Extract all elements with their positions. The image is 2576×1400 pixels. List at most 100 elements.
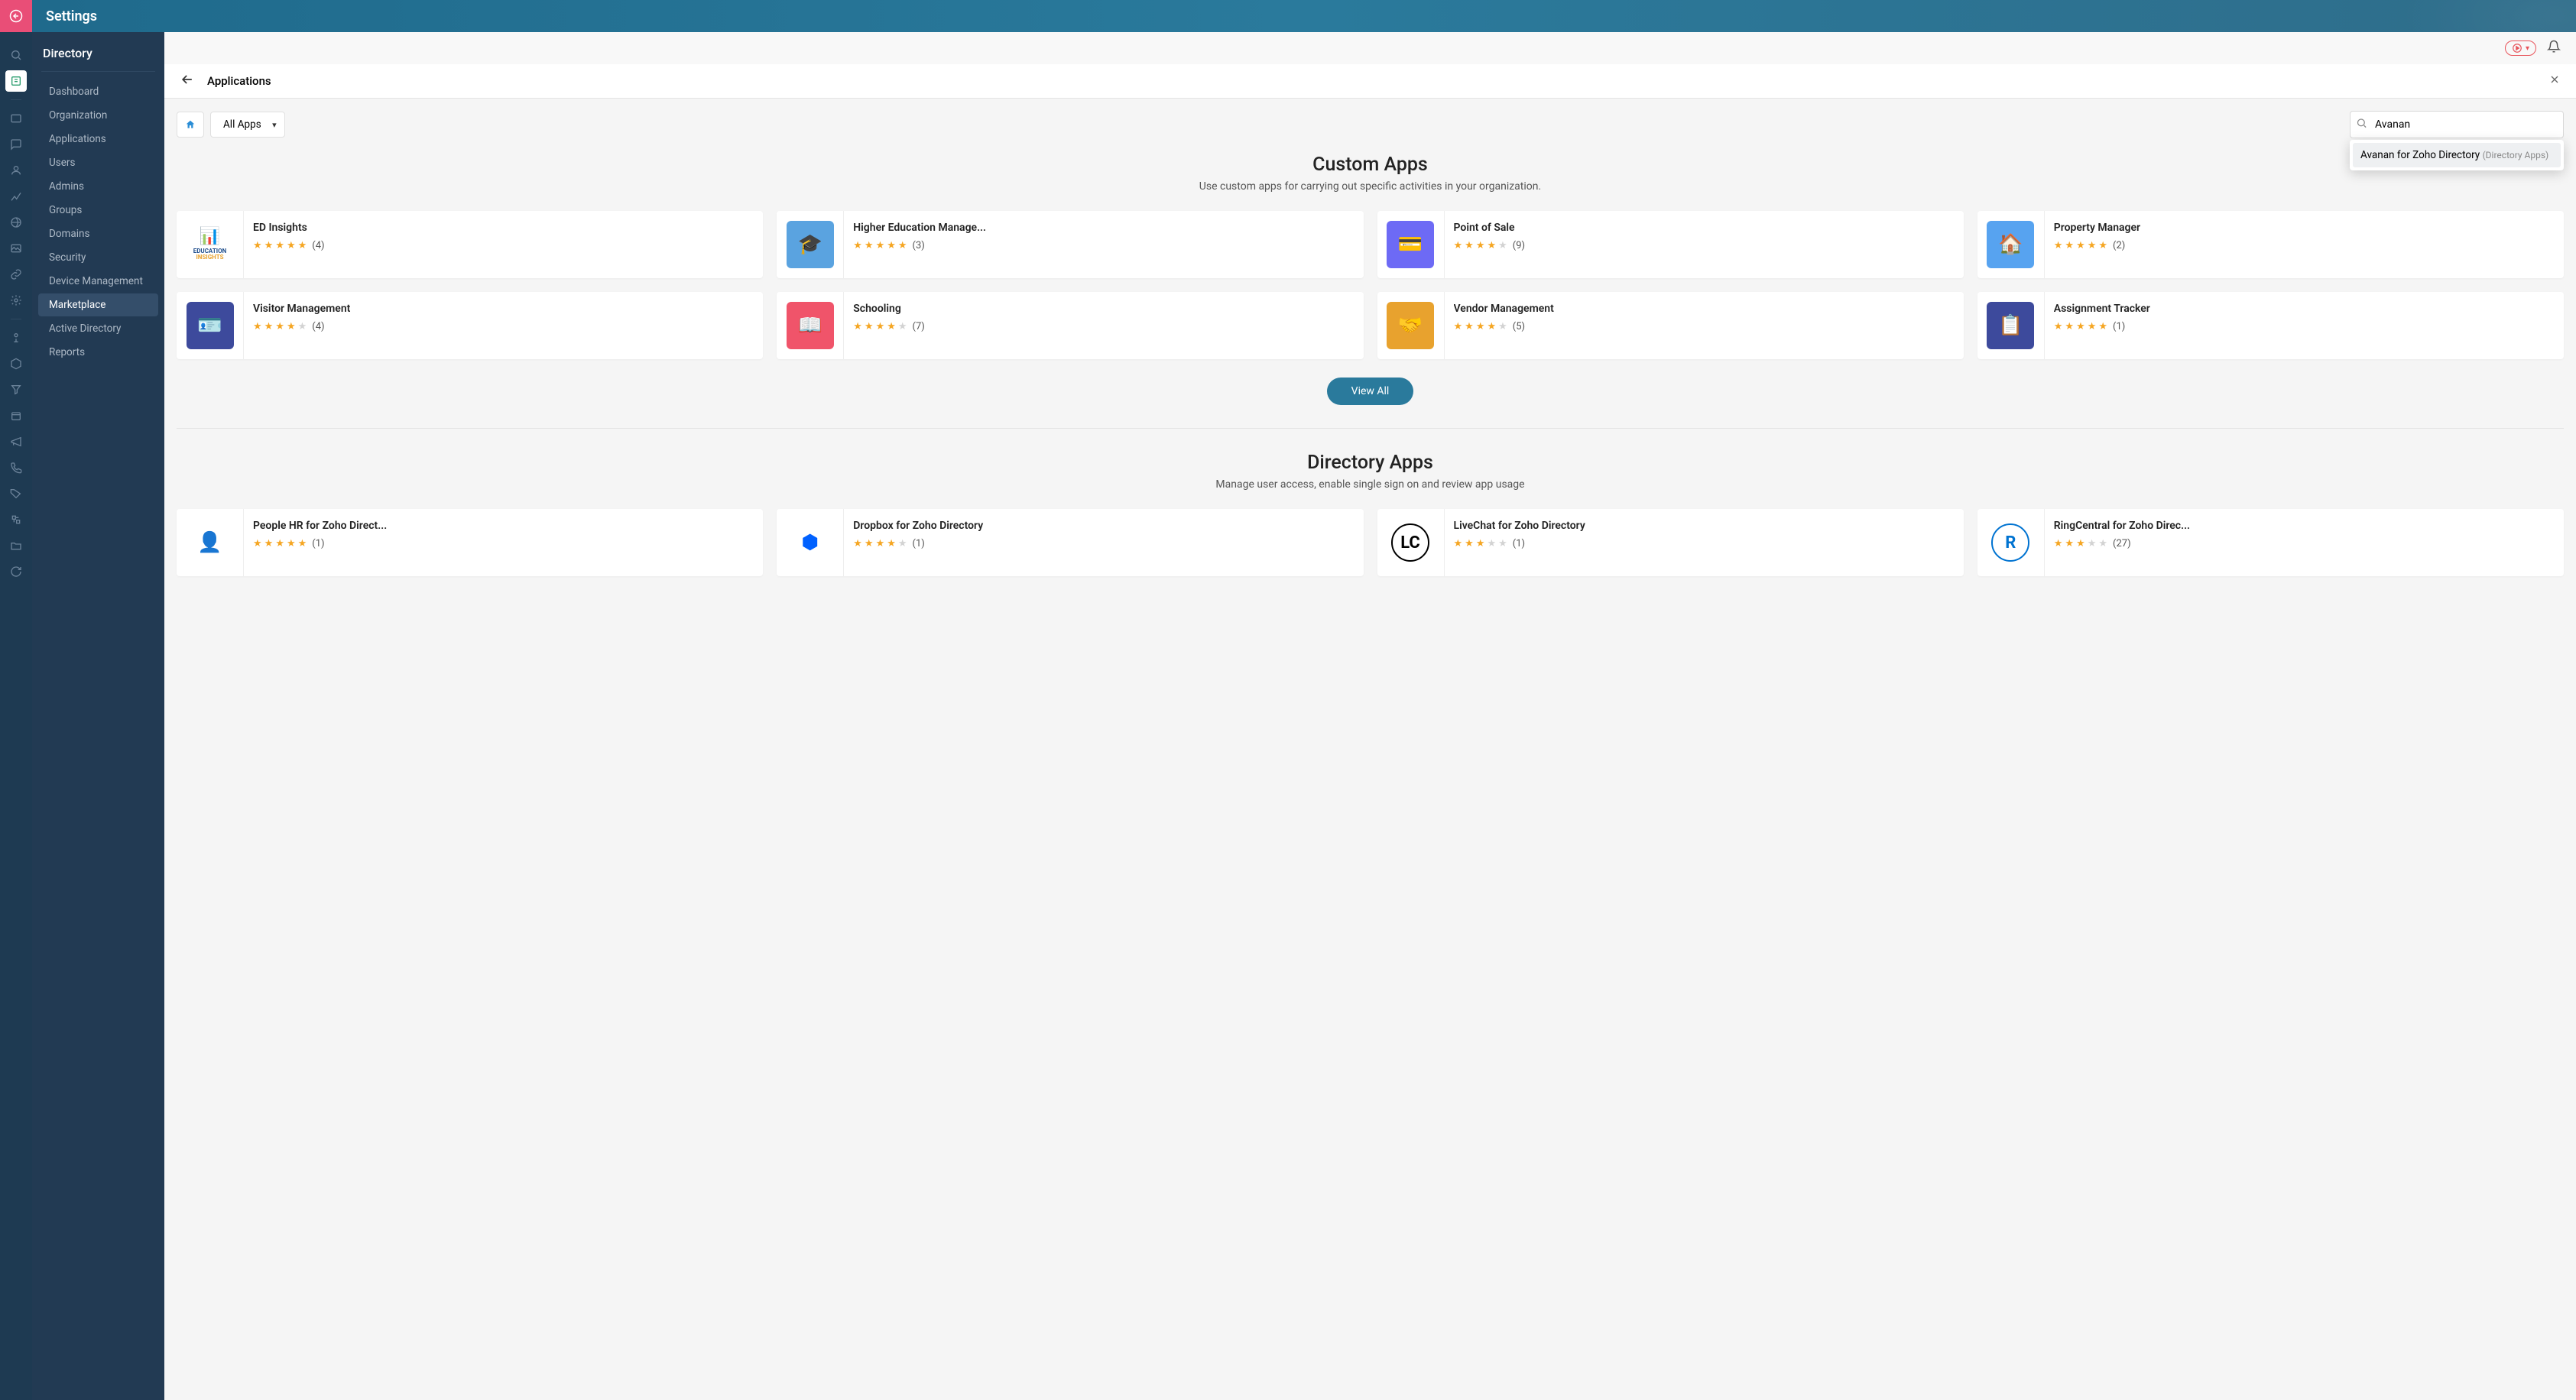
sidebar-item-admins[interactable]: Admins	[38, 175, 158, 198]
sidebar: Directory DashboardOrganizationApplicati…	[32, 32, 164, 1400]
box-icon[interactable]	[5, 353, 27, 374]
app-card[interactable]: 🤝 Vendor Management ★★★★★(5)	[1377, 292, 1964, 359]
app-icon: R	[1977, 509, 2045, 576]
app-title: RingCentral for Zoho Direc...	[2054, 520, 2555, 532]
app-icon: 🪪	[177, 292, 244, 359]
app-title: Higher Education Manage...	[853, 222, 1354, 234]
back-arrow-icon[interactable]	[180, 72, 195, 90]
users-icon[interactable]	[5, 160, 27, 181]
suggestion-item[interactable]: Avanan for Zoho Directory (Directory App…	[2353, 143, 2561, 167]
app-card[interactable]: 👤 People HR for Zoho Direct... ★★★★★(1)	[177, 509, 763, 576]
star-rating: ★★★★★(7)	[853, 321, 1354, 332]
app-card[interactable]: 💳 Point of Sale ★★★★★(9)	[1377, 211, 1964, 278]
star-rating: ★★★★★(1)	[2054, 321, 2555, 332]
app-title: Assignment Tracker	[2054, 303, 2555, 315]
sidebar-title: Directory	[32, 46, 164, 71]
phone-icon[interactable]	[5, 457, 27, 478]
star-rating: ★★★★★(1)	[1454, 538, 1955, 549]
sidebar-item-users[interactable]: Users	[38, 151, 158, 174]
sidebar-item-organization[interactable]: Organization	[38, 104, 158, 127]
star-rating: ★★★★★(4)	[253, 240, 754, 251]
nav-icon-1[interactable]	[5, 108, 27, 129]
archive-icon[interactable]	[5, 405, 27, 426]
folder-icon[interactable]	[5, 535, 27, 556]
search-suggestions: Avanan for Zoho Directory (Directory App…	[2350, 140, 2564, 170]
sidebar-item-device-management[interactable]: Device Management	[38, 270, 158, 293]
app-title: Visitor Management	[253, 303, 754, 315]
app-title: ED Insights	[253, 222, 754, 234]
app-title: Schooling	[853, 303, 1354, 315]
filter-dropdown[interactable]: All Apps	[210, 112, 285, 138]
star-rating: ★★★★★(4)	[253, 321, 754, 332]
sidebar-item-reports[interactable]: Reports	[38, 341, 158, 364]
app-card[interactable]: R RingCentral for Zoho Direc... ★★★★★(27)	[1977, 509, 2564, 576]
bell-icon[interactable]	[2547, 40, 2561, 57]
app-icon: LC	[1377, 509, 1445, 576]
app-title: People HR for Zoho Direct...	[253, 520, 754, 532]
record-button[interactable]: ▾	[2505, 41, 2536, 56]
sidebar-item-domains[interactable]: Domains	[38, 222, 158, 245]
icon-rail	[0, 0, 32, 1400]
star-rating: ★★★★★(3)	[853, 240, 1354, 251]
app-card[interactable]: ⬢ Dropbox for Zoho Directory ★★★★★(1)	[777, 509, 1363, 576]
app-card[interactable]: 📊EDUCATIONINSIGHTS ED Insights ★★★★★(4)	[177, 211, 763, 278]
app-icon: 💳	[1377, 211, 1445, 278]
app-icon: ⬢	[777, 509, 844, 576]
app-card[interactable]: 🪪 Visitor Management ★★★★★(4)	[177, 292, 763, 359]
app-icon: 📖	[777, 292, 844, 359]
app-icon: 🤝	[1377, 292, 1445, 359]
directory-icon[interactable]	[5, 70, 27, 92]
search-icon[interactable]	[5, 44, 27, 66]
star-rating: ★★★★★(27)	[2054, 538, 2555, 549]
app-title: Dropbox for Zoho Directory	[853, 520, 1354, 532]
app-title: Property Manager	[2054, 222, 2555, 234]
sidebar-item-security[interactable]: Security	[38, 246, 158, 269]
back-button[interactable]	[0, 0, 32, 32]
nav-icon-a[interactable]	[5, 327, 27, 348]
app-icon: 📊EDUCATIONINSIGHTS	[177, 211, 244, 278]
app-icon: 🏠	[1977, 211, 2045, 278]
star-rating: ★★★★★(1)	[253, 538, 754, 549]
refresh-icon[interactable]	[5, 561, 27, 582]
app-icon: 🎓	[777, 211, 844, 278]
sidebar-item-active-directory[interactable]: Active Directory	[38, 317, 158, 340]
page-title: Applications	[207, 74, 2548, 88]
search-input[interactable]	[2350, 111, 2564, 138]
filter-icon[interactable]	[5, 379, 27, 400]
megaphone-icon[interactable]	[5, 431, 27, 452]
app-icon: 📋	[1977, 292, 2045, 359]
chart-icon[interactable]	[5, 186, 27, 207]
section-subtitle: Use custom apps for carrying out specifi…	[177, 180, 2564, 193]
star-rating: ★★★★★(5)	[1454, 321, 1955, 332]
app-card[interactable]: 🎓 Higher Education Manage... ★★★★★(3)	[777, 211, 1363, 278]
app-card[interactable]: LC LiveChat for Zoho Directory ★★★★★(1)	[1377, 509, 1964, 576]
app-icon: 👤	[177, 509, 244, 576]
app-title: Vendor Management	[1454, 303, 1955, 315]
sidebar-item-marketplace[interactable]: Marketplace	[38, 293, 158, 316]
chat-icon[interactable]	[5, 134, 27, 155]
link-icon[interactable]	[5, 264, 27, 285]
app-card[interactable]: 📋 Assignment Tracker ★★★★★(1)	[1977, 292, 2564, 359]
section-title: Custom Apps	[177, 154, 2564, 176]
star-rating: ★★★★★(1)	[853, 538, 1354, 549]
star-rating: ★★★★★(9)	[1454, 240, 1955, 251]
view-all-button[interactable]: View All	[1327, 378, 1414, 405]
section-title: Directory Apps	[177, 452, 2564, 474]
app-card[interactable]: 🏠 Property Manager ★★★★★(2)	[1977, 211, 2564, 278]
sidebar-item-dashboard[interactable]: Dashboard	[38, 80, 158, 103]
star-rating: ★★★★★(2)	[2054, 240, 2555, 251]
home-button[interactable]	[177, 112, 204, 138]
image-icon[interactable]	[5, 238, 27, 259]
close-icon[interactable]	[2548, 73, 2561, 89]
settings-icon[interactable]	[5, 290, 27, 311]
tag-icon[interactable]	[5, 483, 27, 504]
app-title: Point of Sale	[1454, 222, 1955, 234]
sidebar-item-groups[interactable]: Groups	[38, 199, 158, 222]
topbar: Settings	[32, 0, 2576, 32]
flow-icon[interactable]	[5, 509, 27, 530]
section-subtitle: Manage user access, enable single sign o…	[177, 478, 2564, 491]
globe-icon[interactable]	[5, 212, 27, 233]
app-card[interactable]: 📖 Schooling ★★★★★(7)	[777, 292, 1363, 359]
app-title: LiveChat for Zoho Directory	[1454, 520, 1955, 532]
sidebar-item-applications[interactable]: Applications	[38, 128, 158, 151]
